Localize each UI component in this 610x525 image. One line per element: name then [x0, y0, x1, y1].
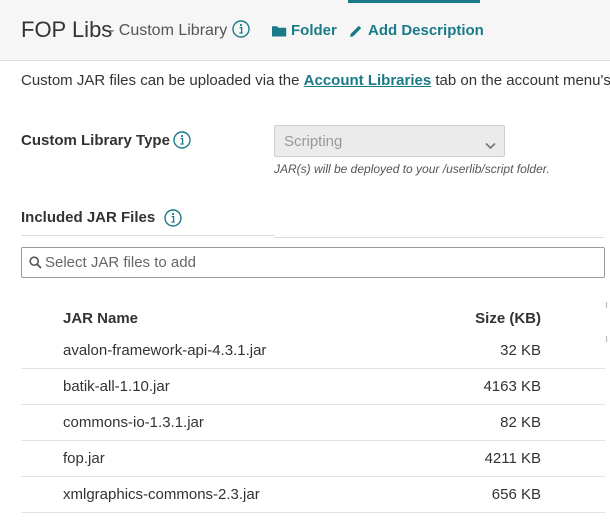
- intro-text-after: tab on the account menu's Se: [435, 72, 610, 89]
- jar-name-cell: commons-io-1.3.1.jar: [63, 414, 204, 431]
- add-description-label: Add Description: [368, 22, 484, 39]
- jar-name-cell: avalon-framework-api-4.3.1.jar: [63, 342, 267, 359]
- row-divider: [21, 512, 605, 513]
- library-type-select[interactable]: Scripting: [274, 125, 505, 157]
- section-divider: [21, 235, 274, 236]
- jar-size-cell: 32 KB: [500, 342, 541, 359]
- info-icon[interactable]: [232, 20, 250, 43]
- jar-name-cell: batik-all-1.10.jar: [63, 378, 170, 395]
- folder-link[interactable]: Folder: [272, 22, 337, 42]
- jar-size-cell: 4163 KB: [483, 378, 541, 395]
- table-row[interactable]: batik-all-1.10.jar 4163 KB: [21, 369, 605, 405]
- table-row[interactable]: xmlgraphics-commons-2.3.jar 656 KB: [21, 477, 605, 513]
- table-row[interactable]: commons-io-1.3.1.jar 82 KB: [21, 405, 605, 441]
- library-type-label: Custom Library Type: [21, 132, 170, 149]
- jar-search-input[interactable]: [45, 248, 595, 277]
- library-type-hint: JAR(s) will be deployed to your /userlib…: [274, 162, 550, 176]
- page-header: FOP Libs - Custom Library Folder Add Des…: [0, 0, 610, 61]
- page-title: FOP Libs: [21, 17, 113, 42]
- jar-search-box[interactable]: [21, 247, 605, 278]
- jar-name-cell: fop.jar: [63, 450, 105, 467]
- search-icon: [29, 256, 42, 274]
- info-icon[interactable]: [164, 209, 182, 232]
- info-icon[interactable]: [173, 131, 191, 154]
- intro-text: Custom JAR files can be uploaded via the…: [21, 72, 610, 89]
- intro-text-before: Custom JAR files can be uploaded via the: [21, 72, 304, 89]
- section-title: Included JAR Files: [21, 209, 156, 226]
- section-divider: [274, 237, 604, 238]
- folder-icon: [272, 24, 287, 41]
- column-header-jar-name[interactable]: JAR Name: [63, 310, 138, 327]
- folder-link-label: Folder: [291, 22, 337, 39]
- column-header-size[interactable]: Size (KB): [475, 310, 541, 327]
- add-description-link[interactable]: Add Description: [349, 22, 484, 42]
- active-tab-indicator: [348, 0, 480, 3]
- jar-size-cell: 656 KB: [491, 486, 541, 503]
- jar-size-cell: 4211 KB: [484, 450, 541, 467]
- jar-size-cell: 82 KB: [500, 414, 541, 431]
- tab-strip: [0, 0, 610, 3]
- library-type-value: Scripting: [284, 133, 343, 150]
- table-row[interactable]: fop.jar 4211 KB: [21, 441, 605, 477]
- table-row[interactable]: avalon-framework-api-4.3.1.jar 32 KB: [21, 333, 605, 369]
- page-subtitle: - Custom Library: [109, 22, 228, 39]
- pencil-icon: [349, 24, 363, 42]
- jar-name-cell: xmlgraphics-commons-2.3.jar: [63, 486, 260, 503]
- chevron-down-icon: [485, 137, 496, 155]
- account-libraries-link[interactable]: Account Libraries: [304, 72, 432, 89]
- scroll-edge-marker: [605, 300, 608, 360]
